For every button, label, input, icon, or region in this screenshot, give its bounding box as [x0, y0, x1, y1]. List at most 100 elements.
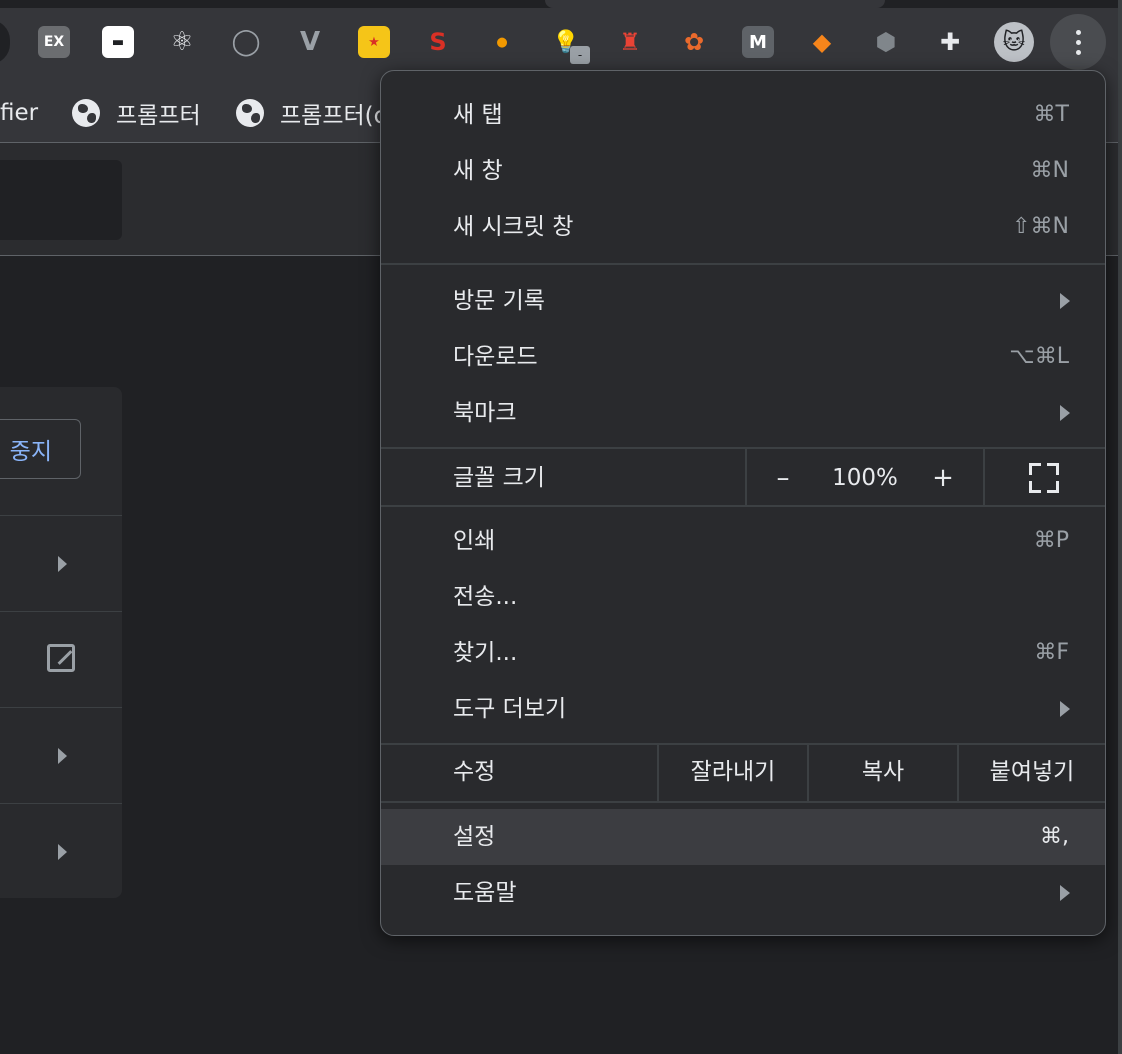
- chrome-menu-button[interactable]: [1050, 14, 1106, 70]
- bookmark-label: fier: [0, 100, 39, 126]
- menu-item-history[interactable]: 방문 기록: [381, 273, 1105, 329]
- ring-extension-icon[interactable]: ◯: [226, 22, 266, 62]
- bookmark-item-2[interactable]: 프롬프터: [72, 84, 201, 142]
- menu-item-label: 새 탭: [453, 102, 503, 128]
- menu-item-settings[interactable]: 설정 ⌘,: [381, 809, 1105, 865]
- arrow-right-icon: [58, 556, 67, 572]
- edit-label: 수정: [453, 759, 496, 785]
- bookmark-item-3[interactable]: 프롬프터(c: [236, 84, 386, 142]
- more-vert-icon: [1075, 29, 1081, 55]
- menu-item-label: 인쇄: [453, 528, 496, 554]
- menu-item-bookmarks[interactable]: 북마크: [381, 385, 1105, 441]
- menu-item-shortcut: ⌘,: [1040, 824, 1069, 849]
- card-row-3[interactable]: [0, 707, 122, 804]
- zoom-level: 100%: [832, 465, 898, 491]
- lightbulb-extension-icon[interactable]: 💡 -: [546, 22, 590, 64]
- menu-item-label: 설정: [453, 824, 496, 850]
- menu-item-more-tools[interactable]: 도구 더보기: [381, 681, 1105, 737]
- m-extension-icon[interactable]: M: [738, 22, 778, 62]
- react-devtools-glyph: ⚛: [170, 27, 194, 57]
- copy-button[interactable]: 복사: [809, 743, 957, 801]
- card-row-4[interactable]: [0, 803, 122, 900]
- menu-item-new-incognito[interactable]: 새 시크릿 창 ⇧⌘N: [381, 199, 1105, 255]
- menu-item-label: 찾기...: [453, 640, 518, 666]
- lighthouse-icon[interactable]: ♜: [610, 22, 650, 62]
- profile-glyph: 🐱: [994, 22, 1034, 62]
- omnibox-edge[interactable]: [0, 20, 10, 64]
- menu-item-label: 방문 기록: [453, 288, 545, 314]
- menu-item-new-tab[interactable]: 새 탭 ⌘T: [381, 87, 1105, 143]
- vue-devtools-glyph: V: [299, 27, 321, 57]
- menu-vertical-separator: [745, 449, 747, 507]
- menu-item-label: 북마크: [453, 400, 517, 426]
- menu-item-shortcut: ⌘T: [1033, 102, 1069, 127]
- chrome-main-menu: 새 탭 ⌘T 새 창 ⌘N 새 시크릿 창 ⇧⌘N 방문 기록 다운로드 ⌥⌘L…: [380, 70, 1106, 936]
- submenu-arrow-icon: [1060, 885, 1070, 901]
- moon-extension-glyph: ●: [496, 34, 508, 50]
- seo-extension-glyph: S: [429, 28, 447, 56]
- zoom-in-button[interactable]: +: [921, 449, 965, 507]
- menu-item-label: 도움말: [453, 880, 517, 906]
- extension-badge: -: [570, 46, 590, 64]
- react-devtools-icon[interactable]: ⚛: [162, 22, 202, 62]
- menu-item-find[interactable]: 찾기... ⌘F: [381, 625, 1105, 681]
- menu-item-label: 다운로드: [453, 344, 538, 370]
- globe-icon: [236, 99, 264, 127]
- open-in-new-icon: [47, 644, 75, 672]
- puzzle-extensions-icon[interactable]: ✚: [930, 22, 970, 62]
- active-tab-edge: [545, 0, 885, 8]
- menu-item-label: 새 창: [453, 158, 503, 184]
- page-search-field[interactable]: [0, 160, 122, 240]
- cut-button[interactable]: 잘라내기: [659, 743, 807, 801]
- metamask-fox-glyph: ◆: [812, 28, 832, 56]
- bookmark-item-1[interactable]: fier: [0, 84, 38, 142]
- zoom-label: 글꼴 크기: [453, 465, 545, 491]
- menu-vertical-separator: [983, 449, 985, 507]
- vue-devtools-icon[interactable]: V: [290, 22, 330, 62]
- menu-item-help[interactable]: 도움말: [381, 865, 1105, 921]
- kite-extension-icon[interactable]: ⬢: [866, 22, 906, 62]
- zoom-out-button[interactable]: –: [761, 449, 805, 507]
- star-extension-glyph: ★: [358, 26, 390, 58]
- card-row-2[interactable]: [0, 611, 122, 708]
- globe-icon: [72, 99, 100, 127]
- menu-separator: [381, 263, 1105, 265]
- menu-item-shortcut: ⌘N: [1030, 158, 1069, 183]
- settings-card: 중지: [0, 387, 122, 898]
- submenu-arrow-icon: [1060, 293, 1070, 309]
- menu-zoom-row: 글꼴 크기 – 100% +: [381, 449, 1105, 507]
- menu-item-label: 전송...: [453, 584, 518, 610]
- arrow-right-icon: [58, 748, 67, 764]
- seo-extension-icon[interactable]: S: [418, 22, 458, 62]
- menu-edit-row: 수정 잘라내기 복사 붙여넣기: [381, 743, 1105, 801]
- ring-extension-glyph: ◯: [231, 27, 261, 57]
- menu-item-print[interactable]: 인쇄 ⌘P: [381, 513, 1105, 569]
- menu-item-shortcut: ⇧⌘N: [1012, 214, 1069, 239]
- ex-extension-glyph: EX: [38, 26, 70, 58]
- metamask-fox-icon[interactable]: ◆: [802, 22, 842, 62]
- profile-avatar[interactable]: 🐱: [994, 22, 1034, 62]
- maple-leaf-glyph: ✿: [683, 28, 705, 56]
- menu-item-shortcut: ⌘P: [1033, 528, 1069, 553]
- stop-button[interactable]: 중지: [0, 419, 81, 479]
- fullscreen-icon[interactable]: [1029, 463, 1059, 493]
- star-extension-icon[interactable]: ★: [354, 22, 394, 62]
- card-row-1[interactable]: [0, 515, 122, 612]
- moon-extension-icon[interactable]: ●: [482, 22, 522, 62]
- menu-item-label: 새 시크릿 창: [453, 214, 574, 240]
- menu-item-shortcut: ⌘F: [1034, 640, 1069, 665]
- mask-extension-glyph: ▬: [102, 26, 134, 58]
- puzzle-extensions-glyph: ✚: [939, 28, 961, 56]
- menu-item-cast[interactable]: 전송...: [381, 569, 1105, 625]
- menu-item-new-window[interactable]: 새 창 ⌘N: [381, 143, 1105, 199]
- arrow-right-icon: [58, 844, 67, 860]
- paste-button[interactable]: 붙여넣기: [959, 743, 1105, 801]
- scrollbar-track[interactable]: [1118, 0, 1122, 1054]
- mask-extension-icon[interactable]: ▬: [98, 22, 138, 62]
- menu-item-downloads[interactable]: 다운로드 ⌥⌘L: [381, 329, 1105, 385]
- ex-extension-icon[interactable]: EX: [34, 22, 74, 62]
- bookmark-label: 프롬프터(c: [280, 103, 387, 129]
- menu-separator: [381, 801, 1105, 803]
- maple-leaf-icon[interactable]: ✿: [674, 22, 714, 62]
- menu-item-label: 도구 더보기: [453, 696, 567, 722]
